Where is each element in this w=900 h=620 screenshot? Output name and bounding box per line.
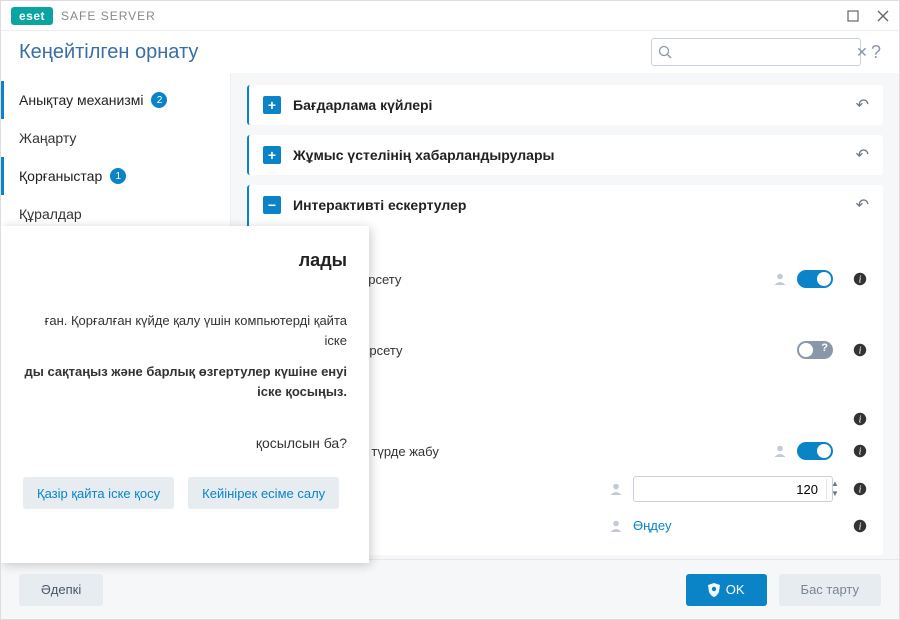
dialog-question: қосылсын ба? [23,435,347,451]
sidebar-item-label: Қорғаныстар [19,168,102,184]
setting-row-show-messages: барларды көрсету ? i [293,333,867,367]
spinner-up-icon[interactable]: ▲ [827,479,843,489]
group-title-msgbox: і [293,381,867,396]
svg-text:i: i [859,415,862,426]
panel-header[interactable]: − Интерактивті ескертулер ↶ [249,185,883,225]
panel-desktop-notifications: + Жұмыс үстелінің хабарландырулары ↶ [247,135,883,175]
edit-link[interactable]: Өңдеу [633,518,833,533]
panel-header[interactable]: + Жұмыс үстелінің хабарландырулары ↶ [249,135,883,175]
help-icon[interactable]: ? [871,42,881,63]
sidebar-item-label: Анықтау механизмі [19,92,143,108]
sidebar-item-detection[interactable]: Анықтау механизмі 2 [1,81,230,119]
panel-title: Бағдарлама күйлері [293,97,844,113]
sidebar-item-protections[interactable]: Қорғаныстар 1 [1,157,230,195]
expand-icon[interactable]: + [263,146,281,164]
info-icon[interactable]: i [853,412,867,426]
group-title-exchange: лмасу [293,310,867,325]
setting-row-edit: ы Өңдеу i [293,510,867,541]
panel-header[interactable]: + Бағдарлама күйлері ↶ [249,85,883,125]
setting-row-msgbox-info: i [293,404,867,434]
info-icon[interactable]: i [853,272,867,286]
window-close-icon[interactable] [877,10,889,22]
page-header: Кеңейтілген орнату ✕ ? [1,31,899,73]
sidebar-item-label: Құралдар [19,206,82,222]
ok-button[interactable]: OK [686,574,767,606]
ok-button-label: OK [726,582,745,597]
spinner[interactable]: ▲ ▼ [826,479,843,499]
sidebar-badge: 1 [110,168,126,184]
revert-icon[interactable]: ↶ [856,145,869,165]
search-icon [658,45,672,59]
dialog-text-1: ған. Қорғалған күйде қалу үшін компьютер… [23,311,347,350]
svg-text:i: i [859,485,862,496]
svg-text:i: i [859,346,862,357]
shield-icon [708,583,720,597]
default-button[interactable]: Әдепкі [19,574,103,606]
setting-row-display-duration: ен көрсету ▲ ▼ i [293,468,867,510]
info-icon[interactable]: i [853,343,867,357]
toggle-show-alerts[interactable] [797,270,833,288]
panel-title: Жұмыс үстелінің хабарландырулары [293,147,844,163]
collapse-icon[interactable]: − [263,196,281,214]
search-clear-icon[interactable]: ✕ [856,44,868,61]
search-box[interactable]: ✕ [651,38,861,66]
brand-text: SAFE SERVER [61,9,156,23]
remind-later-button[interactable]: Кейінірек есіме салу [188,477,339,509]
title-bar: eset SAFE SERVER [1,1,899,31]
duration-input[interactable] [634,482,826,497]
sidebar-item-update[interactable]: Жаңарту [1,119,230,157]
setting-row-show-alerts: ертулерді көрсету i [293,262,867,296]
toggle-autoclose[interactable] [797,442,833,460]
user-icon [609,519,623,533]
panel-title: Интерактивті ескертулер [293,197,844,213]
duration-field[interactable]: ▲ ▼ [633,476,833,502]
user-icon [609,482,623,496]
info-icon[interactable]: i [853,519,867,533]
spinner-down-icon[interactable]: ▼ [827,489,843,499]
user-icon [773,272,787,286]
svg-text:i: i [859,521,862,532]
svg-text:i: i [859,275,862,286]
sidebar-item-label: Жаңарту [19,130,76,146]
toggle-show-messages[interactable]: ? [797,341,833,359]
group-title-alerts: ертулер [293,239,867,254]
cancel-button[interactable]: Бас тарту [779,574,881,606]
dialog-heading: лады [23,250,347,271]
revert-icon[interactable]: ↶ [856,95,869,115]
brand-pill: eset [11,7,53,25]
panel-app-states: + Бағдарлама күйлері ↶ [247,85,883,125]
user-icon [773,444,787,458]
restart-now-button[interactable]: Қазір қайта іске қосу [23,477,174,509]
info-icon[interactable]: i [853,444,867,458]
search-input[interactable] [676,44,856,61]
window-maximize-icon[interactable] [847,10,859,22]
page-title: Кеңейтілген орнату [19,41,198,64]
svg-text:i: i [859,447,862,458]
revert-icon[interactable]: ↶ [856,195,869,215]
info-icon[interactable]: i [853,482,867,496]
sidebar-badge: 2 [151,92,167,108]
restart-dialog: лады ған. Қорғалған күйде қалу үшін комп… [1,226,369,563]
expand-icon[interactable]: + [263,96,281,114]
setting-row-autoclose: н автоматты түрде жабу i [293,434,867,468]
footer: Әдепкі OK Бас тарту [1,559,899,619]
dialog-text-2: ды сақтаңыз және барлық өзгертулер күшін… [23,362,347,401]
